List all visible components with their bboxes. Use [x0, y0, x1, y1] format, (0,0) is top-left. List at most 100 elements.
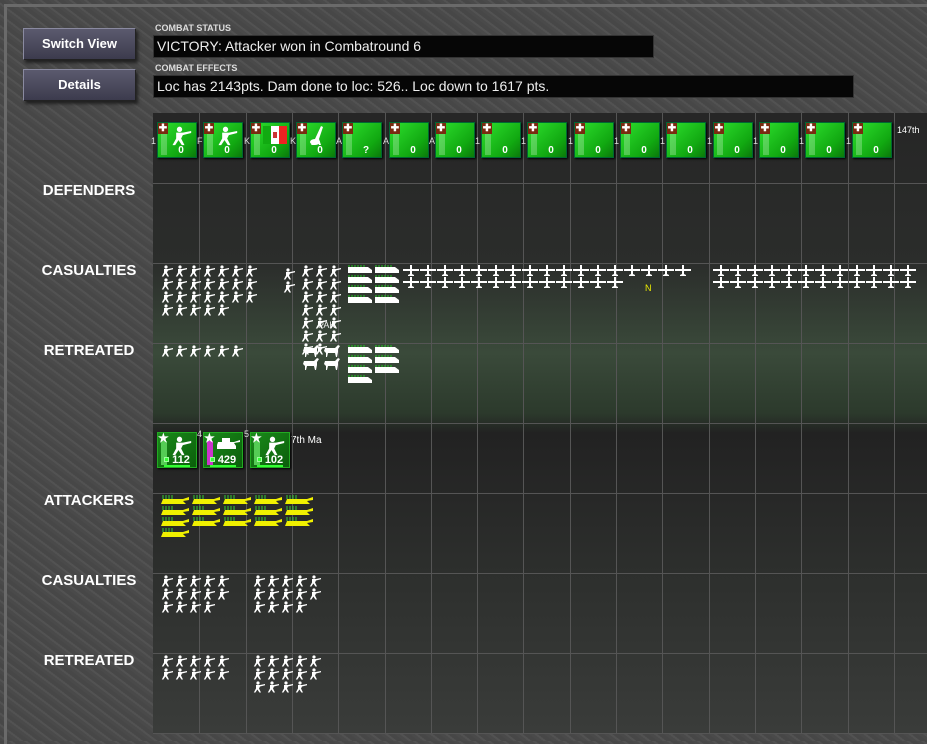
- tank-icon: [161, 506, 191, 516]
- unit-value: 0: [502, 145, 508, 156]
- tank-icon: [254, 517, 284, 527]
- soldier-icon: [253, 588, 266, 600]
- soldier-icon: [309, 655, 322, 667]
- details-button[interactable]: Details: [23, 69, 136, 101]
- row-label-defender-casualties: CASUALTIES: [41, 262, 137, 279]
- combat-status-text: VICTORY: Attacker won in Combatround 6: [153, 35, 654, 58]
- soldier-icon: [203, 668, 216, 680]
- soldier-icon: [175, 278, 188, 290]
- soldier-icon: [217, 291, 230, 303]
- plane-icon: [730, 277, 746, 288]
- soldier-icon: [161, 588, 174, 600]
- attacker-unit-counter[interactable]: ★ 102: [250, 432, 290, 468]
- soldier-icon: [203, 575, 216, 587]
- soldier-icon: [253, 668, 266, 680]
- attacker-unit-counter[interactable]: ★ 429: [203, 432, 243, 468]
- soldier-icon: [309, 668, 322, 680]
- truck-icon: [375, 365, 401, 374]
- tank-icon: [285, 517, 315, 527]
- defender-unit-counter[interactable]: ✚ 0: [574, 122, 614, 158]
- soldier-icon: [329, 265, 342, 277]
- soldier-icon: [245, 265, 258, 277]
- soldier-icon: [231, 291, 244, 303]
- defender-unit-counter[interactable]: ✚ 0: [759, 122, 799, 158]
- soldier-icon: [189, 588, 202, 600]
- red-cross-badge-icon: ✚: [806, 123, 816, 134]
- grid-line: [153, 343, 927, 344]
- soldier-icon: [217, 588, 230, 600]
- soldier-icon: [301, 330, 314, 342]
- soldier-icon: [231, 345, 244, 357]
- truck-icon: [375, 285, 401, 294]
- plane-icon: [454, 265, 470, 276]
- defender-unit-counter[interactable]: ✚ 0: [620, 122, 660, 158]
- truck-icon: [375, 295, 401, 304]
- plane-icon: [832, 265, 848, 276]
- defender-unit-counter[interactable]: ✚ 0: [666, 122, 706, 158]
- combat-grid: 147th 7th Ma PAK N 1✚0F✚0KIE✚0KIE✚0AR✚?A…: [151, 113, 927, 734]
- unit-value: 0: [317, 145, 323, 156]
- plane-icon: [747, 277, 763, 288]
- unit-value: 102: [264, 454, 284, 466]
- plane-icon: [747, 265, 763, 276]
- grid-line: [153, 263, 927, 264]
- tank-icon: [216, 436, 242, 455]
- soldier-icon: [315, 317, 328, 329]
- defender-unit-counter[interactable]: ✚?: [342, 122, 382, 158]
- combat-effects-label: COMBAT EFFECTS: [155, 63, 238, 73]
- soldier-icon: [161, 291, 174, 303]
- soldier-icon: [217, 668, 230, 680]
- truck-icon: [348, 375, 374, 384]
- soldier-icon: [203, 304, 216, 316]
- plane-icon: [815, 277, 831, 288]
- soldier-icon: [203, 655, 216, 667]
- plane-icon: [900, 277, 916, 288]
- red-cross-badge-icon: ✚: [760, 123, 770, 134]
- plane-icon: [556, 265, 572, 276]
- defender-unit-counter[interactable]: ✚ 0: [250, 122, 290, 158]
- soldier-casualty-cluster: [161, 575, 231, 650]
- defender-unit-counter[interactable]: ✚ 0: [805, 122, 845, 158]
- defender-unit-counter[interactable]: ✚ 0: [435, 122, 475, 158]
- soldier-icon: [253, 601, 266, 613]
- red-cross-badge-icon: ✚: [204, 123, 214, 134]
- tank-casualty-cluster: [161, 495, 321, 575]
- defender-unit-counter[interactable]: ✚ 0: [852, 122, 892, 158]
- soldier-casualty-cluster: [283, 268, 297, 318]
- defender-unit-counter[interactable]: ✚ 0: [157, 122, 197, 158]
- unit-value: 0: [873, 145, 879, 156]
- attacker-unit-counter[interactable]: ★ 112: [157, 432, 197, 468]
- defender-unit-counter[interactable]: ✚ 0: [203, 122, 243, 158]
- switch-view-button[interactable]: Switch View: [23, 28, 136, 60]
- plane-icon: [539, 277, 555, 288]
- soldier-icon: [175, 304, 188, 316]
- defender-unit-counter[interactable]: ✚ 0: [527, 122, 567, 158]
- truck-icon: [348, 345, 374, 354]
- unit-name-fragment: 1: [846, 136, 852, 146]
- plane-icon: [675, 265, 691, 276]
- tank-icon: [192, 517, 222, 527]
- defender-unit-counter[interactable]: ✚ 0: [481, 122, 521, 158]
- plane-icon: [900, 265, 916, 276]
- truck-icon: [348, 285, 374, 294]
- soldier-icon: [315, 304, 328, 316]
- plane-icon: [573, 265, 589, 276]
- soldier-icon: [281, 655, 294, 667]
- unit-value: 0: [595, 145, 601, 156]
- defender-unit-counter[interactable]: ✚ 0: [713, 122, 753, 158]
- soldier-icon: [253, 575, 266, 587]
- defender-unit-counter[interactable]: ✚ 0: [296, 122, 336, 158]
- defender-tail-label: 147th: [897, 125, 920, 135]
- plane-icon: [488, 277, 504, 288]
- plane-icon: [883, 265, 899, 276]
- soldier-icon: [283, 281, 296, 293]
- defender-unit-counter[interactable]: ✚ 0: [389, 122, 429, 158]
- soldier-icon: [245, 291, 258, 303]
- soldier-icon: [175, 291, 188, 303]
- star-icon: ★: [251, 431, 262, 445]
- row-label-defenders: DEFENDERS: [42, 182, 136, 199]
- plane-icon: [764, 277, 780, 288]
- soldier-icon: [315, 330, 328, 342]
- truck-casualty-cluster: [348, 265, 408, 335]
- unit-value: 0: [641, 145, 647, 156]
